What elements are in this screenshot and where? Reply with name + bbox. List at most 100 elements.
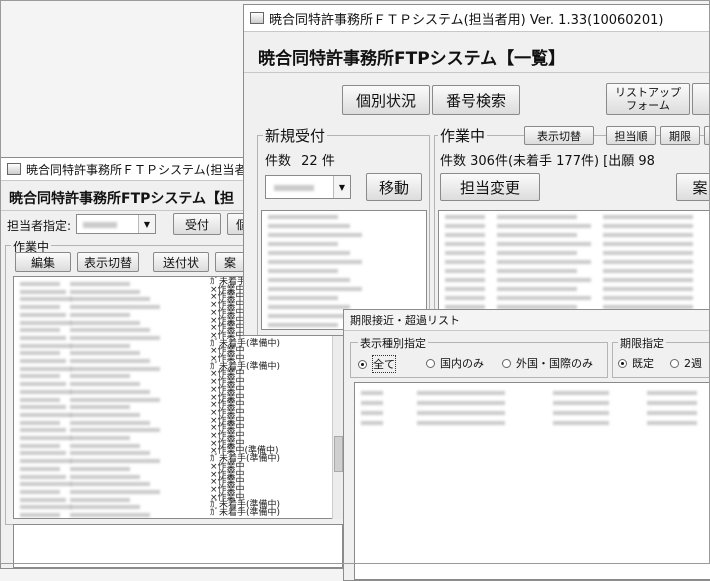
blurred-text — [20, 443, 60, 448]
blurred-text — [70, 343, 130, 348]
blurred-text — [70, 405, 130, 410]
blurred-text — [20, 282, 60, 286]
blurred-text — [497, 260, 591, 264]
extra-button[interactable] — [692, 83, 710, 115]
blurred-text — [603, 224, 693, 228]
radio-dot[interactable] — [670, 358, 679, 368]
blurred-text — [20, 505, 72, 510]
count-value: 22 — [301, 154, 318, 169]
blurred-text — [70, 451, 150, 456]
radio-dot[interactable] — [502, 358, 511, 368]
list-window-titlebar[interactable]: 暁合同特許事務所ＦＴＰシステム(担当者用) Ver. 1.33(10060201… — [244, 5, 710, 32]
blurred-text — [20, 305, 60, 310]
blurred-text — [268, 278, 350, 282]
deadline-window-titlebar[interactable]: 期限接近・超過リスト — [344, 310, 710, 331]
blurred-text — [70, 351, 140, 356]
extra-sort-button[interactable] — [704, 126, 710, 145]
blurred-text — [70, 289, 140, 294]
blurred-text — [445, 215, 485, 219]
receive-button[interactable]: 受付 — [173, 213, 221, 235]
blurred-text — [603, 287, 693, 291]
chevron-down-icon[interactable]: ▼ — [333, 176, 350, 198]
blurred-text — [20, 382, 66, 387]
radio-dot[interactable] — [426, 358, 435, 368]
blurred-text — [603, 251, 693, 255]
display-toggle-button[interactable]: 表示切替 — [77, 252, 139, 272]
blurred-text — [603, 296, 693, 300]
blurred-text — [70, 436, 130, 440]
sort-assignee-button[interactable]: 担当順 — [606, 126, 656, 145]
radio-all-label: 全て — [372, 355, 396, 373]
radio-dot[interactable] — [618, 358, 627, 368]
move-button[interactable]: 移動 — [366, 173, 422, 201]
blurred-text — [20, 312, 66, 317]
blurred-text — [647, 421, 697, 425]
radio-domestic[interactable]: 国内のみ — [426, 355, 484, 371]
blurred-text — [361, 421, 383, 425]
blurred-text — [445, 260, 485, 264]
blurred-text — [268, 224, 350, 228]
count-unit: 件 — [321, 154, 335, 169]
assignee-select[interactable]: ▼ — [76, 214, 156, 234]
blurred-text — [553, 421, 609, 425]
blurred-text — [268, 233, 362, 237]
blurred-text — [445, 269, 485, 273]
blurred-text — [70, 513, 150, 517]
deadline-list[interactable] — [354, 382, 710, 580]
blurred-text — [20, 412, 72, 417]
blurred-text — [20, 320, 72, 325]
blurred-text — [445, 242, 485, 246]
blurred-text — [70, 412, 140, 417]
display-toggle-button[interactable]: 表示切替 — [524, 126, 594, 145]
blurred-text — [445, 251, 485, 255]
blurred-text — [497, 296, 591, 300]
blurred-text — [20, 428, 66, 433]
blurred-text — [70, 420, 150, 425]
blurred-text — [70, 505, 140, 510]
blurred-text — [268, 251, 350, 255]
radio-default[interactable]: 既定 — [618, 355, 654, 371]
in-progress-count: 件数 306件(未着手 177件) [出願 98 — [440, 154, 655, 169]
individual-status-button[interactable]: 個別状況 — [342, 85, 430, 115]
blurred-text — [603, 233, 693, 237]
change-assignee-button[interactable]: 担当変更 — [440, 173, 540, 201]
blurred-text — [361, 411, 383, 415]
new-receive-select[interactable]: ▼ — [265, 175, 351, 199]
list-up-form-button[interactable]: リストアップ フォーム — [606, 83, 690, 115]
number-search-button[interactable]: 番号検索 — [432, 85, 520, 115]
case-button[interactable]: 案 — [215, 252, 245, 272]
radio-2weeks[interactable]: 2週 — [670, 355, 702, 371]
notes-area[interactable] — [13, 524, 343, 568]
blurred-text — [70, 397, 160, 402]
blurred-text — [445, 224, 485, 228]
cover-letter-button[interactable]: 送付状 — [153, 252, 209, 272]
edit-button[interactable]: 編集 — [15, 252, 71, 272]
scroll-thumb[interactable] — [334, 436, 343, 472]
blurred-text — [361, 401, 383, 405]
radio-all[interactable]: 全て — [358, 355, 396, 373]
blurred-text — [70, 474, 140, 479]
blurred-text — [417, 401, 505, 405]
blurred-text — [20, 420, 60, 425]
divider — [244, 72, 710, 73]
blurred-text — [70, 482, 150, 487]
sort-deadline-button[interactable]: 期限 — [660, 126, 700, 145]
case-button[interactable]: 案 — [676, 173, 710, 201]
chevron-down-icon[interactable]: ▼ — [138, 215, 155, 233]
blurred-text — [70, 328, 150, 333]
blurred-text — [268, 242, 338, 246]
app-icon — [7, 163, 21, 175]
blurred-text — [497, 278, 591, 282]
blurred-text — [268, 215, 338, 219]
new-receive-count: 件数 22 件 — [265, 150, 335, 169]
page-heading: 暁合同特許事務所FTPシステム【担 — [9, 191, 234, 207]
blurred-value — [83, 222, 117, 228]
blurred-text — [20, 489, 60, 494]
blurred-text — [417, 421, 505, 425]
blurred-text — [20, 374, 60, 379]
blurred-text — [70, 366, 160, 371]
window-title: 暁合同特許事務所ＦＴＰシステム(担当者用) Ver. 1.33(10060201… — [269, 12, 664, 28]
radio-foreign[interactable]: 外国・国際のみ — [502, 355, 593, 371]
radio-dot[interactable] — [358, 359, 367, 369]
app-icon — [250, 12, 264, 24]
